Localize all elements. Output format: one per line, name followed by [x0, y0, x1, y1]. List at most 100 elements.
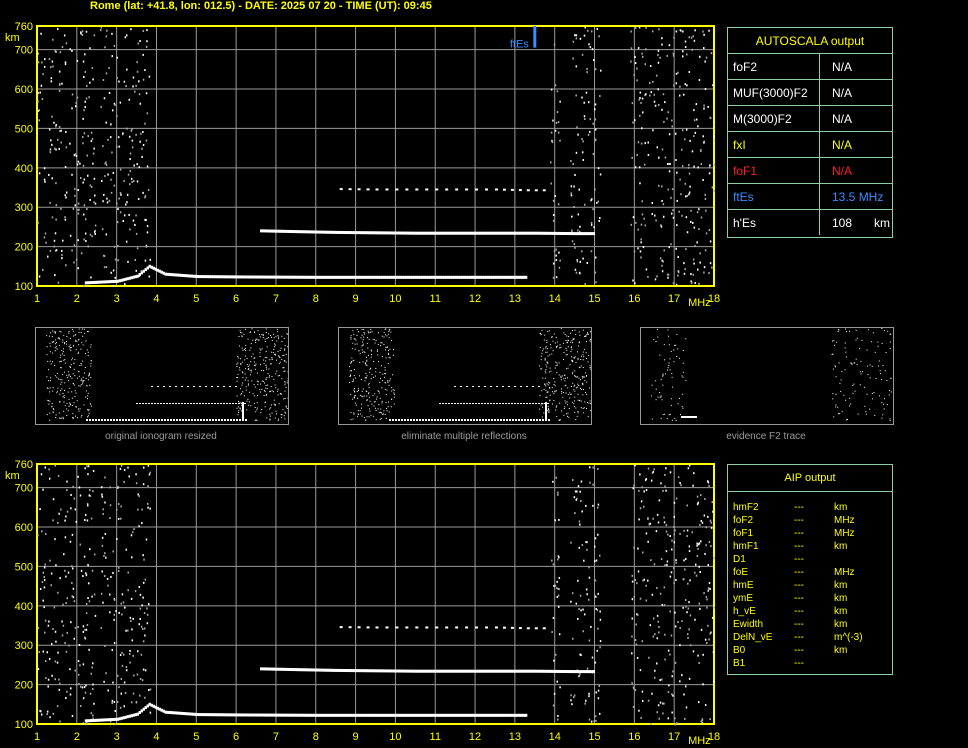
thumb-trace	[454, 403, 456, 404]
autoscala-param-value: 108 km	[820, 210, 892, 235]
trace-point	[449, 713, 452, 717]
thumb-noise	[282, 355, 284, 357]
noise-dot	[103, 255, 106, 258]
thumb-noise	[275, 373, 277, 375]
aip-name: D1	[733, 554, 746, 565]
aip-value: ---	[794, 554, 804, 565]
thumb-noise	[585, 357, 587, 359]
thumb-noise	[874, 415, 876, 417]
thumb-noise	[871, 341, 873, 343]
thumb-trace	[233, 419, 235, 421]
noise-dot	[65, 264, 67, 267]
trace-point	[391, 713, 394, 717]
trace-point	[366, 626, 370, 629]
thumb-noise	[881, 342, 883, 344]
thumb-noise	[889, 418, 891, 420]
trace-point	[92, 280, 96, 284]
noise-dot	[48, 477, 51, 480]
noise-dot	[649, 624, 652, 627]
y-tick-label: 400	[15, 601, 33, 613]
trace-point	[520, 713, 524, 717]
noise-dot	[84, 100, 86, 103]
noise-dot	[667, 717, 670, 720]
trace-point	[166, 272, 169, 276]
trace-point	[584, 670, 588, 674]
thumb-noise	[838, 362, 840, 364]
thumb-noise	[256, 419, 258, 421]
thumb-noise	[365, 419, 367, 421]
trace-point	[172, 273, 175, 277]
thumb-noise	[366, 337, 368, 339]
noise-dot	[648, 656, 650, 659]
thumb-noise	[62, 374, 64, 376]
noise-dot	[136, 673, 139, 676]
aip-row: ymE --- km	[728, 592, 892, 605]
thumb-noise	[853, 362, 855, 364]
noise-dot	[553, 584, 555, 587]
thumb-noise	[568, 416, 570, 418]
thumb-noise	[383, 344, 385, 346]
thumb-noise	[71, 405, 73, 407]
trace-point	[242, 275, 245, 279]
aip-name: foF2	[733, 515, 754, 526]
noise-dot	[81, 686, 84, 689]
noise-dot	[41, 530, 43, 533]
thumb-noise	[69, 387, 71, 389]
noise-dot	[132, 692, 135, 695]
thumb-noise	[240, 394, 242, 396]
noise-dot	[703, 141, 705, 144]
trace-point	[124, 715, 128, 719]
noise-dot	[669, 471, 672, 474]
noise-dot	[39, 709, 41, 712]
trace-point	[228, 713, 231, 717]
noise-dot	[592, 466, 594, 469]
noise-dot	[710, 52, 713, 55]
noise-dot	[677, 270, 680, 273]
x-tick-label: 4	[153, 731, 159, 743]
noise-dot	[590, 223, 593, 226]
noise-dot	[647, 275, 649, 278]
trace-point	[265, 667, 269, 671]
thumb-noise	[835, 406, 837, 408]
thumb-noise	[859, 384, 861, 386]
noise-dot	[82, 60, 85, 63]
noise-dot	[704, 703, 707, 706]
noise-dot	[671, 212, 673, 215]
trace-point	[104, 280, 108, 284]
thumb-noise	[61, 379, 63, 381]
noise-dot	[699, 570, 701, 573]
noise-dot	[60, 508, 62, 511]
thumb-trace	[125, 419, 127, 421]
noise-dot	[703, 266, 706, 269]
noise-dot	[44, 533, 47, 536]
thumb-noise	[280, 347, 282, 349]
trace-point	[363, 713, 367, 717]
noise-dot	[666, 163, 669, 166]
noise-dot	[43, 606, 45, 609]
y-tick-label: 100	[15, 719, 33, 731]
noise-dot	[576, 497, 578, 500]
thumb-noise	[379, 418, 381, 420]
trace-point	[335, 668, 339, 672]
noise-dot	[588, 466, 591, 469]
trace-point	[124, 277, 128, 281]
thumb-noise	[678, 357, 680, 359]
noise-dot	[130, 129, 133, 132]
trace-point	[263, 275, 267, 279]
noise-dot	[576, 126, 578, 129]
noise-dot	[57, 281, 60, 284]
trace-point	[301, 275, 305, 279]
trace-point	[471, 713, 474, 717]
thumb-noise	[90, 363, 92, 365]
thumb-noise	[849, 397, 851, 399]
thumb-trace	[229, 403, 231, 404]
thumb-noise	[371, 403, 373, 405]
noise-dot	[71, 533, 74, 536]
noise-dot	[139, 617, 141, 620]
thumb-noise	[834, 344, 836, 346]
thumb-noise	[252, 339, 254, 341]
thumb-noise	[353, 413, 355, 415]
noise-dot	[570, 699, 572, 702]
x-tick-label: 3	[114, 293, 120, 305]
noise-dot	[700, 163, 703, 166]
